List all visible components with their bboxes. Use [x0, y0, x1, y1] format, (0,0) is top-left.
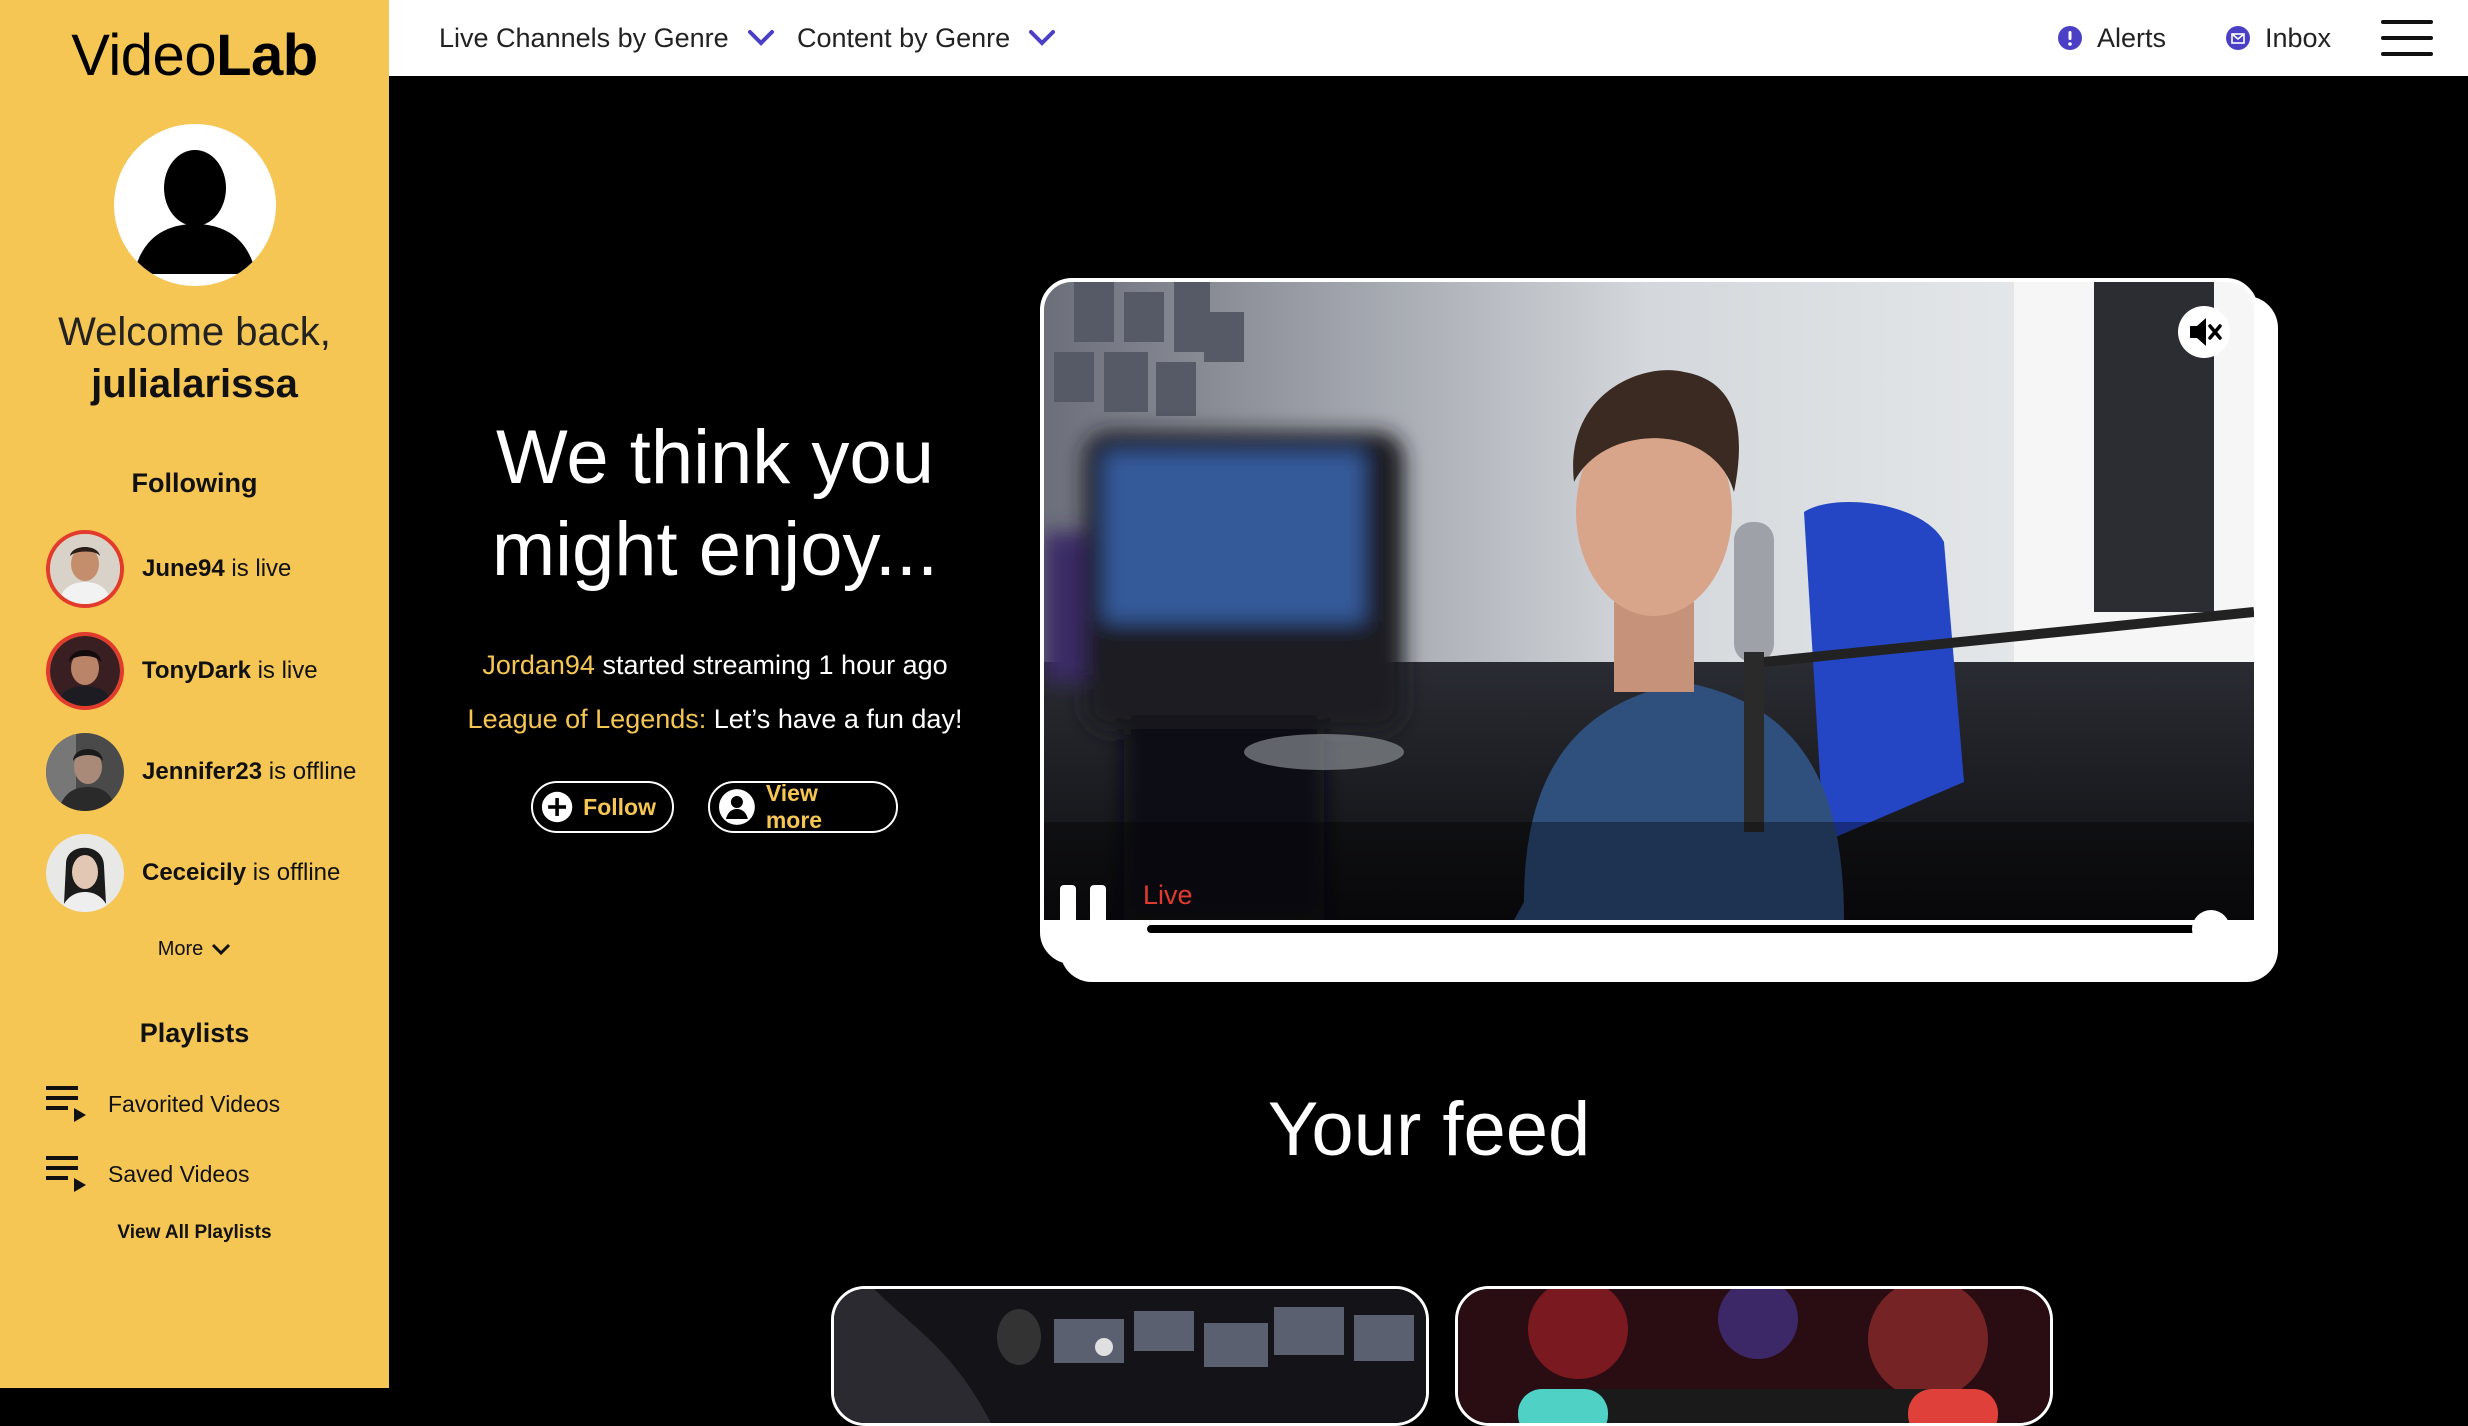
following-username: Jennifer23 — [142, 758, 263, 785]
profile-avatar[interactable] — [114, 124, 276, 286]
video-player[interactable] — [1040, 278, 2258, 964]
pause-icon — [1060, 885, 1076, 941]
stream-info-text: started streaming 1 hour ago — [594, 650, 948, 680]
stream-title: League of Legends: Let’s have a fun day! — [420, 704, 1010, 735]
progress-bar[interactable] — [1144, 922, 2218, 936]
follow-button[interactable]: Follow — [531, 781, 674, 833]
follow-label: Follow — [583, 793, 656, 820]
following-item[interactable]: TonyDark is live — [46, 631, 386, 711]
following-heading: Following — [131, 468, 258, 498]
content-by-genre-dropdown[interactable]: Content by Genre — [797, 0, 1056, 76]
feed-thumbnail — [1458, 1289, 2050, 1423]
playlists-heading: Playlists — [139, 1018, 250, 1048]
pause-button[interactable] — [1060, 885, 1114, 941]
chevron-down-icon — [212, 943, 231, 955]
live-indicator: Live — [1143, 880, 1193, 910]
following-status: is offline — [262, 758, 357, 785]
app-logo[interactable]: VideoLab — [0, 22, 389, 89]
more-following-button[interactable]: More — [0, 938, 389, 961]
following-status: is live — [224, 555, 292, 582]
hamburger-icon[interactable] — [2381, 18, 2433, 58]
stream-info: Jordan94 started streaming 1 hour ago — [420, 650, 1010, 681]
alerts-button[interactable]: Alerts — [2057, 0, 2166, 76]
avatar — [46, 834, 124, 912]
game-name[interactable]: League of Legends: — [468, 704, 707, 734]
username: julialarissa — [91, 362, 298, 406]
mute-button[interactable] — [2178, 306, 2230, 358]
alert-icon — [2058, 26, 2082, 50]
following-status: is live — [250, 657, 318, 684]
pause-icon — [1090, 885, 1106, 941]
feed-card[interactable] — [831, 1286, 1429, 1426]
avatar — [46, 733, 124, 811]
more-label: More — [157, 938, 204, 960]
feed-thumbnail — [834, 1289, 1426, 1423]
sidebar: VideoLab Welcome back, julialarissa Foll… — [0, 0, 389, 1388]
view-all-playlists-link[interactable]: View All Playlists — [0, 1222, 389, 1244]
top-navigation-bar: Live Channels by Genre Content by Genre … — [389, 0, 2468, 76]
avatar — [46, 632, 124, 710]
live-channels-dropdown[interactable]: Live Channels by Genre — [439, 0, 775, 76]
chevron-down-icon — [747, 30, 774, 46]
welcome-text: Welcome back, — [58, 310, 331, 354]
feed-card[interactable] — [1455, 1286, 2053, 1426]
plus-circle-icon — [541, 791, 573, 823]
mute-icon — [2180, 308, 2228, 356]
following-item[interactable]: June94 is live — [46, 529, 386, 609]
hero-title-line: might enjoy... — [491, 507, 939, 592]
alerts-label: Alerts — [2097, 22, 2167, 53]
chevron-down-icon — [1029, 30, 1056, 46]
avatar — [46, 530, 124, 608]
view-more-button[interactable]: View more — [708, 780, 898, 833]
stream-title-text: Let’s have a fun day! — [706, 704, 963, 734]
user-circle-icon — [718, 789, 755, 825]
inbox-label: Inbox — [2265, 22, 2332, 53]
following-username: June94 — [142, 555, 225, 582]
view-more-label: View more — [765, 780, 823, 833]
following-item[interactable]: Jennifer23 is offline — [46, 732, 386, 812]
live-channels-label: Live Channels by Genre — [439, 22, 729, 53]
following-username: Ceceicily — [142, 859, 247, 886]
streamer-name[interactable]: Jordan94 — [482, 650, 595, 680]
mail-icon — [2226, 26, 2250, 50]
content-genre-label: Content by Genre — [797, 22, 1011, 53]
following-username: TonyDark — [142, 657, 251, 684]
feed-title: Your feed — [1267, 1087, 1591, 1172]
video-frame — [1044, 282, 2254, 920]
following-item[interactable]: Ceceicily is offline — [46, 833, 386, 913]
progress-handle[interactable] — [2192, 910, 2230, 948]
inbox-button[interactable]: Inbox — [2225, 0, 2331, 76]
hero-title: We think you might enjoy... — [440, 412, 990, 596]
user-silhouette-icon — [114, 124, 276, 286]
hero-title-line: We think you — [496, 415, 934, 500]
following-status: is offline — [246, 859, 341, 886]
